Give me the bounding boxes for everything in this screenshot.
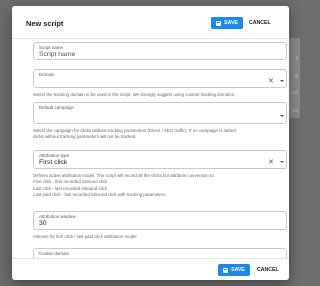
- dialog-header: New script SAVE CANCEL: [12, 6, 289, 38]
- default-campaign-label: Default campaign: [39, 104, 75, 110]
- chevron-down-icon[interactable]: [280, 161, 284, 163]
- attribution-type-label: Attribution type: [39, 152, 70, 158]
- close-icon[interactable]: ✕: [268, 78, 274, 85]
- background-text: fi: [295, 56, 299, 62]
- background-text: ed: [292, 90, 298, 96]
- footer-cancel-button[interactable]: CANCEL: [257, 267, 279, 273]
- script-name-field[interactable]: Script name Script name: [33, 42, 287, 60]
- domain-select[interactable]: Domain ✕: [33, 69, 287, 88]
- chevron-down-icon[interactable]: [280, 115, 284, 117]
- close-icon[interactable]: ✕: [268, 159, 274, 166]
- script-name-label: Script name: [39, 44, 64, 50]
- attribution-window-input[interactable]: 30: [39, 220, 47, 227]
- attribution-type-value: First click: [39, 159, 68, 166]
- floppy-disk-icon: [223, 267, 229, 273]
- default-campaign-help-text: Select the campaign for clicks without t…: [33, 128, 287, 141]
- help-line: clicks without tracking parameters will …: [33, 134, 137, 140]
- domain-help-text: Select the tracking domain to be used in…: [33, 92, 235, 97]
- chevron-down-icon[interactable]: [280, 80, 284, 82]
- background-text: ifi: [294, 74, 298, 80]
- footer-save-button[interactable]: SAVE: [218, 264, 250, 276]
- attribution-type-select[interactable]: Attribution type First click ✕: [33, 150, 287, 169]
- cookie-domain-label: Cookie domain: [39, 250, 70, 256]
- dialog-body: Script name Script name Domain ✕ Select …: [12, 38, 289, 260]
- script-name-input[interactable]: Script name: [39, 51, 75, 58]
- help-line: Last paid click - last recorded inbound …: [33, 191, 166, 197]
- attribution-window-field[interactable]: Attribution window 30: [33, 211, 287, 230]
- floppy-disk-icon: [216, 20, 222, 26]
- new-script-dialog: New script SAVE CANCEL Script name Scrip…: [12, 6, 289, 280]
- dialog-footer: SAVE CANCEL: [12, 258, 289, 280]
- cancel-button[interactable]: CANCEL: [249, 20, 271, 26]
- dialog-title: New script: [26, 19, 64, 28]
- save-button-label: SAVE: [224, 20, 238, 26]
- save-button-label: SAVE: [231, 267, 245, 273]
- domain-label: Domain: [39, 71, 55, 77]
- save-button[interactable]: SAVE: [211, 17, 243, 29]
- attribution-type-help-text: Defines active attribution model. The sc…: [33, 173, 287, 198]
- background-text: ba: [292, 108, 298, 114]
- attribution-window-label: Attribution window: [39, 213, 76, 219]
- attribution-window-help-text: relevant for first click / last paid cli…: [33, 234, 137, 239]
- default-campaign-select[interactable]: Default campaign: [33, 102, 287, 124]
